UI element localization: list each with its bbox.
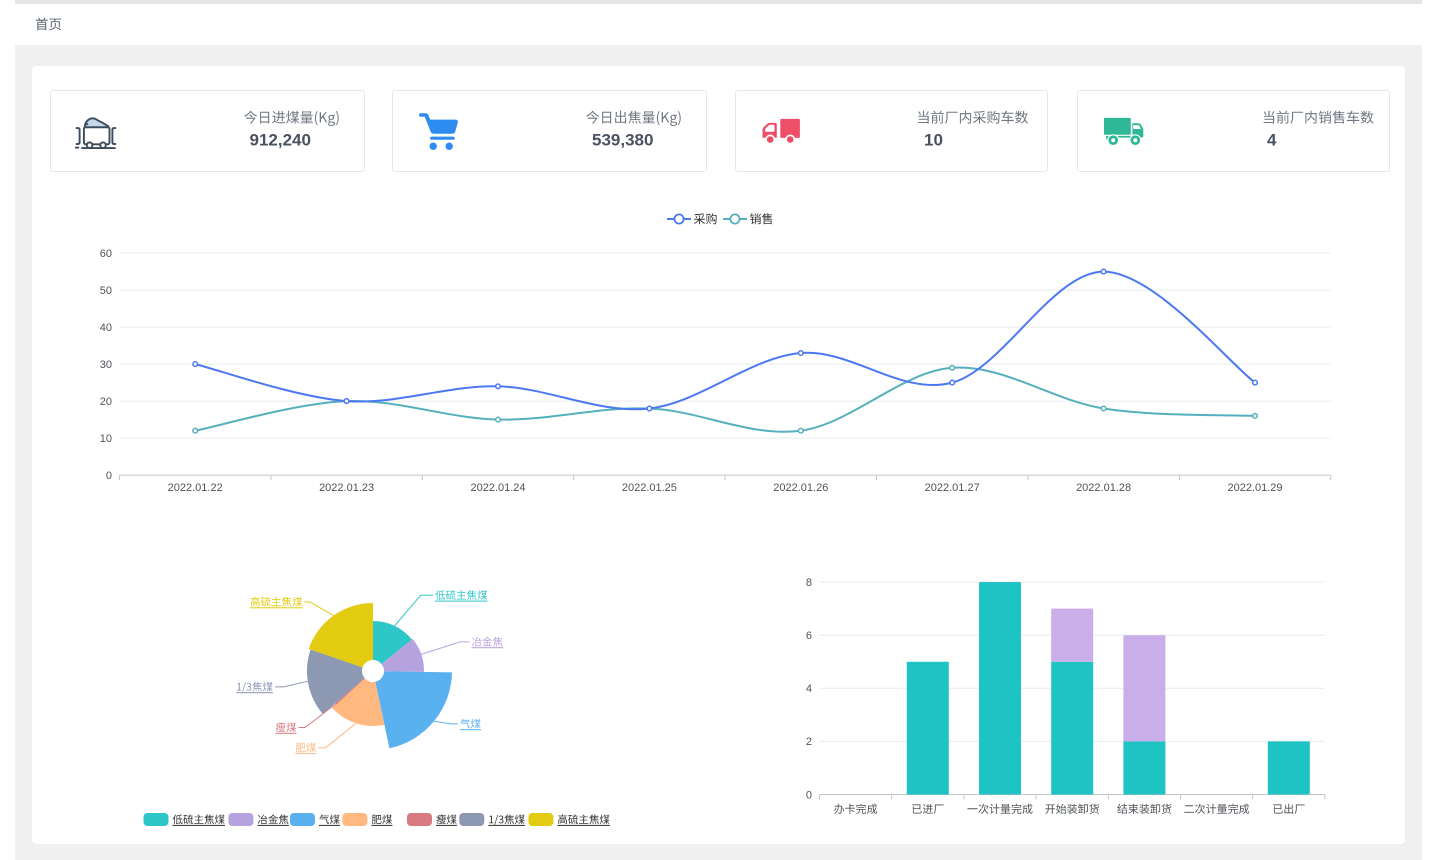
svg-text:2022.01.27: 2022.01.27: [925, 482, 980, 494]
svg-text:40: 40: [100, 322, 112, 334]
svg-text:50: 50: [100, 285, 112, 297]
svg-text:4: 4: [1267, 131, 1277, 150]
svg-text:0: 0: [106, 470, 112, 482]
svg-text:2022.01.25: 2022.01.25: [622, 482, 677, 494]
svg-text:2022.01.28: 2022.01.28: [1076, 482, 1131, 494]
svg-text:2022.01.23: 2022.01.23: [319, 482, 374, 494]
svg-text:4: 4: [806, 683, 812, 695]
svg-text:20: 20: [100, 396, 112, 408]
svg-text:2022.01.26: 2022.01.26: [773, 482, 828, 494]
svg-text:30: 30: [100, 359, 112, 371]
svg-text:6: 6: [806, 630, 812, 642]
svg-text:0: 0: [806, 789, 812, 801]
svg-text:8: 8: [806, 577, 812, 589]
svg-text:60: 60: [100, 248, 112, 260]
svg-text:10: 10: [924, 131, 943, 150]
svg-text:2: 2: [806, 736, 812, 748]
svg-text:2022.01.24: 2022.01.24: [470, 482, 525, 494]
svg-text:2022.01.29: 2022.01.29: [1227, 482, 1282, 494]
svg-text:539,380: 539,380: [592, 131, 653, 150]
svg-text:912,240: 912,240: [250, 131, 311, 150]
svg-text:2022.01.22: 2022.01.22: [168, 482, 223, 494]
svg-text:10: 10: [100, 433, 112, 445]
